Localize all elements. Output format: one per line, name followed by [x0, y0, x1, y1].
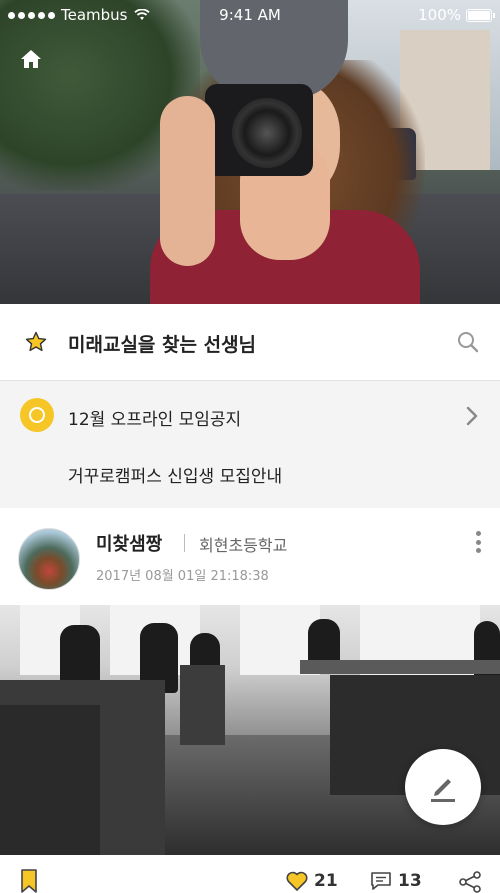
pencil-icon — [431, 779, 455, 802]
post-author[interactable]: 미찾샘짱 — [96, 530, 162, 556]
post-header: 미찾샘짱 회현초등학교 2017년 08월 01일 21:18:38 — [0, 508, 500, 605]
status-bar: Teambus 9:41 AM 100% — [0, 0, 500, 30]
community-title: 미래교실을 찾는 선생님 — [68, 334, 257, 356]
avatar[interactable] — [18, 528, 80, 590]
notice-panel: 12월 오프라인 모임공지 거꾸로캠퍼스 신입생 모집안내 — [0, 381, 500, 508]
community-header: 미래교실을 찾는 선생님 — [0, 304, 500, 381]
comment-button[interactable]: 13 — [370, 871, 422, 891]
battery-icon — [466, 8, 495, 22]
hero-image — [0, 0, 500, 304]
divider — [184, 534, 185, 552]
notice-item[interactable]: 거꾸로캠퍼스 신입생 모집안내 — [68, 462, 282, 487]
search-icon[interactable] — [456, 330, 480, 354]
battery-percent: 100% — [418, 6, 461, 24]
chevron-right-icon[interactable] — [464, 405, 480, 427]
write-button[interactable] — [405, 749, 481, 825]
share-icon[interactable] — [458, 871, 482, 893]
post-action-bar: 21 13 — [0, 855, 500, 893]
broadcast-icon — [20, 398, 54, 432]
like-button[interactable]: 21 — [286, 871, 338, 891]
post-school: 회현초등학교 — [199, 536, 288, 555]
comment-icon — [371, 872, 391, 890]
more-vertical-icon[interactable] — [476, 531, 482, 553]
comment-count: 13 — [398, 871, 422, 891]
bookmark-icon[interactable] — [20, 869, 38, 893]
like-count: 21 — [314, 871, 338, 891]
home-icon[interactable] — [20, 48, 42, 70]
star-icon[interactable] — [24, 330, 48, 354]
heart-icon — [286, 871, 308, 891]
notice-item[interactable]: 12월 오프라인 모임공지 — [68, 405, 241, 430]
post-date: 2017년 08월 01일 21:18:38 — [96, 569, 269, 584]
